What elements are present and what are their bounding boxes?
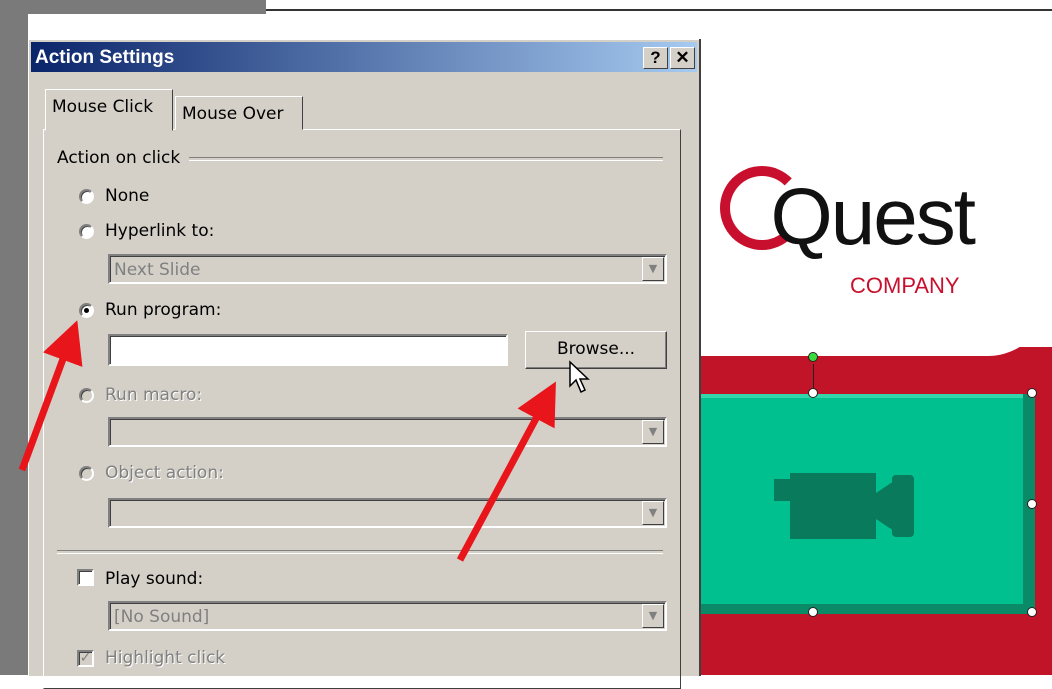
- radio-run-macro[interactable]: [79, 388, 94, 403]
- group-label: Action on click: [57, 148, 181, 168]
- radio-run-macro-label: Run macro:: [105, 385, 203, 405]
- resize-handle-top-middle[interactable]: [808, 388, 818, 398]
- radio-run-program[interactable]: [79, 303, 94, 318]
- chevron-down-icon[interactable]: ▼: [642, 257, 664, 281]
- mouse-cursor-icon: [569, 360, 590, 394]
- close-button[interactable]: ✕: [670, 47, 695, 69]
- chevron-down-icon[interactable]: ▼: [642, 420, 664, 444]
- help-button[interactable]: ?: [643, 47, 668, 69]
- run-program-input[interactable]: [108, 334, 508, 366]
- resize-handle-middle-right[interactable]: [1027, 499, 1037, 509]
- dialog-title: Action Settings: [35, 47, 175, 68]
- radio-none[interactable]: [79, 189, 94, 204]
- radio-none-label: None: [105, 186, 150, 206]
- action-button-shape[interactable]: [690, 394, 1035, 614]
- resize-handle-bottom-right[interactable]: [1027, 607, 1037, 617]
- tab-mouse-click[interactable]: Mouse Click: [45, 89, 173, 131]
- hyperlink-select[interactable]: Next Slide ▼: [108, 254, 667, 284]
- rotation-line: [813, 364, 814, 391]
- group-divider: [189, 157, 663, 161]
- radio-object-action[interactable]: [79, 466, 94, 481]
- slide-canvas[interactable]: oQuest COMPANY: [660, 11, 1052, 675]
- tab-mouse-over[interactable]: Mouse Over: [175, 96, 303, 130]
- highlight-click-label: Highlight click: [105, 648, 226, 668]
- background-top: [0, 0, 266, 14]
- rotation-handle[interactable]: [808, 352, 818, 362]
- sound-select[interactable]: [No Sound] ▼: [108, 601, 667, 631]
- dialog-titlebar[interactable]: Action Settings ? ✕: [31, 42, 697, 72]
- chevron-down-icon[interactable]: ▼: [642, 501, 664, 525]
- logo-subtitle: COMPANY: [850, 273, 960, 298]
- background-strip: [0, 0, 28, 675]
- resize-handle-top-right[interactable]: [1027, 388, 1037, 398]
- hyperlink-select-value: Next Slide: [114, 260, 201, 280]
- radio-object-action-label: Object action:: [105, 463, 224, 483]
- highlight-click-checkbox[interactable]: ✓: [77, 650, 94, 667]
- radio-hyperlink-label: Hyperlink to:: [105, 221, 215, 241]
- section-divider: [57, 550, 663, 554]
- radio-hyperlink[interactable]: [79, 224, 94, 239]
- chevron-down-icon[interactable]: ▼: [642, 604, 664, 628]
- object-action-select[interactable]: ▼: [108, 498, 667, 528]
- play-sound-checkbox[interactable]: [77, 569, 94, 586]
- radio-selected-dot: [84, 308, 89, 313]
- resize-handle-bottom-middle[interactable]: [808, 607, 818, 617]
- logo-text: oQuest: [660, 171, 976, 263]
- action-settings-dialog: Action Settings ? ✕ Mouse Click Mouse Ov…: [28, 39, 699, 689]
- play-sound-label: Play sound:: [105, 569, 204, 589]
- video-camera-icon: [774, 473, 914, 539]
- sound-select-value: [No Sound]: [114, 607, 210, 627]
- run-macro-select[interactable]: ▼: [108, 417, 667, 447]
- logo-word: Quest: [770, 172, 976, 261]
- browse-button[interactable]: Browse...: [525, 331, 667, 369]
- radio-run-program-label: Run program:: [105, 300, 222, 320]
